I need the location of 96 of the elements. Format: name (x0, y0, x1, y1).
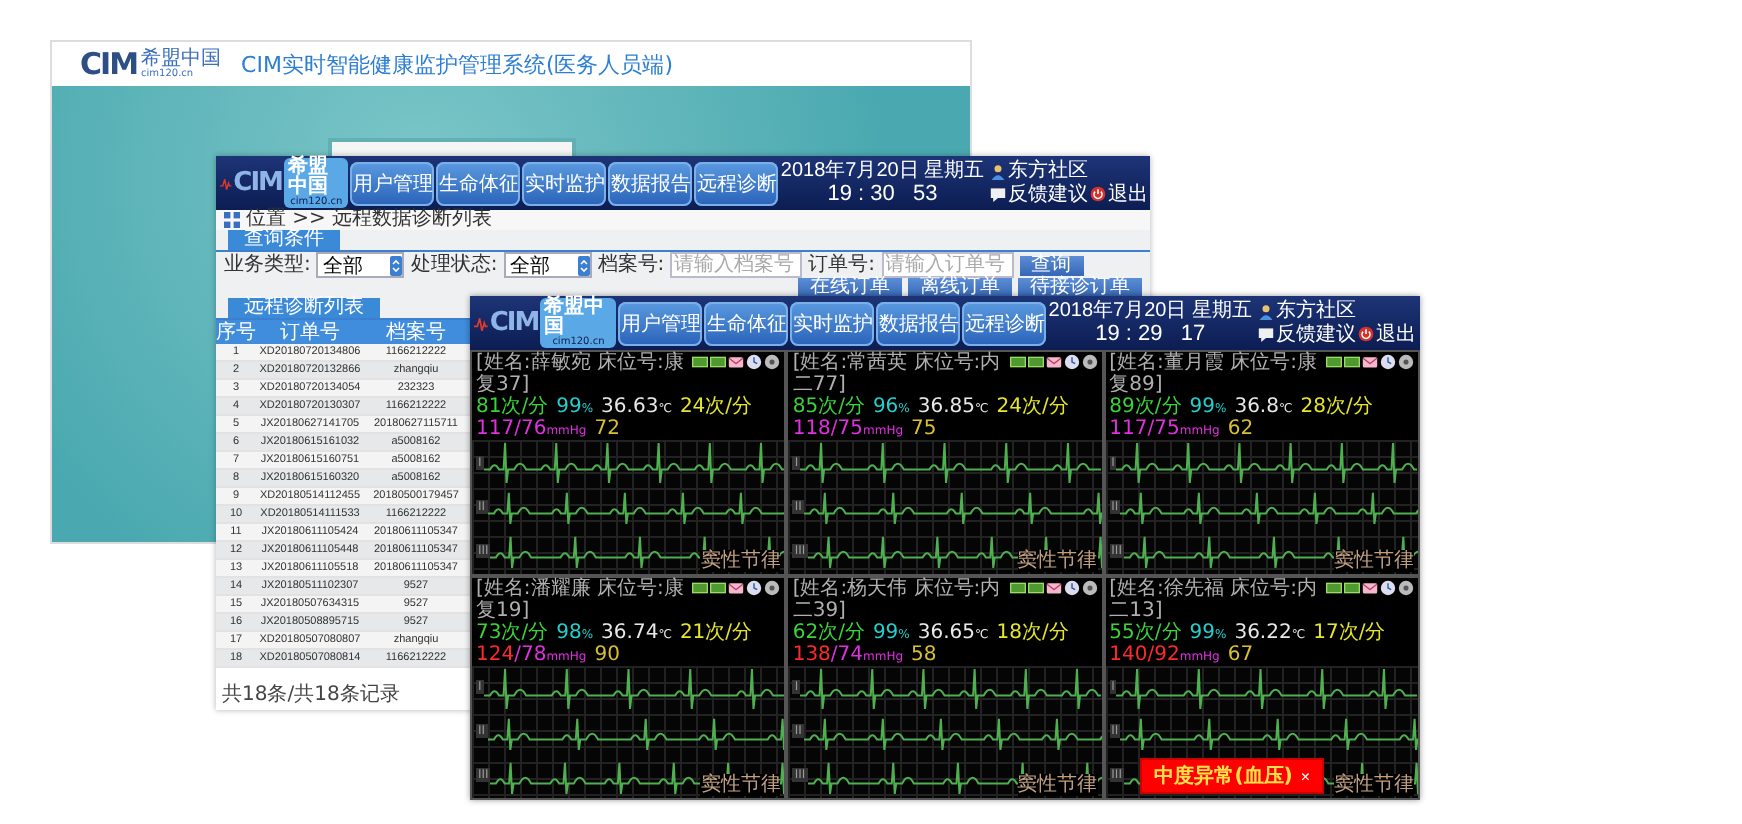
dropdown[interactable]: 全部 (316, 252, 405, 278)
patient-label: [姓名:杨天伟 床位号:内二39] (792, 577, 1003, 621)
rhythm-label: 窦性节律 (1333, 549, 1414, 571)
logo-name: 希盟中国 (141, 49, 222, 69)
vital-reading: 58 (911, 643, 937, 665)
envelope-icon (1045, 579, 1062, 595)
date-text: 2018年7月20日 星期五 (780, 159, 985, 182)
envelope-icon (1045, 354, 1062, 370)
vital-reading: 24次/分 (996, 396, 1069, 418)
vital-reading: 89次/分 (1109, 396, 1182, 418)
envelope-icon (728, 579, 745, 595)
vital-reading: 28次/分 (1300, 396, 1373, 418)
logout-link[interactable]: 退出 (1108, 183, 1149, 206)
logo-mark: CIM (489, 308, 539, 338)
clock-icon (746, 579, 763, 595)
power-icon (1090, 186, 1107, 203)
input-field[interactable]: 请输入订单号 (881, 252, 1013, 278)
feedback-link[interactable]: 反馈建议 (1276, 323, 1356, 346)
clock-time: 19 : 30 53 (827, 181, 938, 207)
app-title: CIM实时智能健康监护管理系统(医务人员端) (241, 49, 674, 79)
grid-icon (224, 212, 240, 228)
clock-time: 19 : 29 17 (1095, 321, 1206, 347)
menu-button[interactable]: 实时监护 (522, 161, 607, 205)
message-icon (1258, 326, 1274, 343)
close-button[interactable]: × (1300, 767, 1310, 785)
patient-label: [姓名:常茜英 床位号:内二77] (792, 352, 1003, 396)
alert-banner: 中度异常(血压) × (1140, 758, 1324, 794)
filter-button[interactable]: 离线订单 (908, 278, 1012, 298)
column-header: 订单号 (278, 319, 342, 346)
menu-button[interactable]: 用户管理 (618, 301, 703, 345)
clock-icon (1063, 579, 1080, 595)
menu-button[interactable]: 用户管理 (350, 161, 435, 205)
user-name: 东方社区 (1008, 160, 1089, 183)
clock-icon (746, 354, 763, 370)
column-header: 档案号 (384, 319, 448, 346)
menu-button[interactable]: 生命体征 (704, 301, 789, 345)
section-tab[interactable]: 远程诊断列表 (228, 298, 380, 318)
vital-reading: 55次/分 (1109, 621, 1182, 643)
clock-icon (1379, 579, 1396, 595)
vital-reading: 24次/分 (679, 396, 753, 418)
rhythm-label: 窦性节律 (1333, 774, 1414, 796)
column-header: 序号 (216, 319, 256, 346)
envelope-icon (1361, 354, 1378, 370)
filter-label: 档案号: (597, 255, 665, 275)
vital-reading: 62次/分 (792, 621, 865, 643)
rhythm-label: 窦性节律 (1017, 549, 1098, 571)
vital-reading: 85次/分 (792, 396, 865, 418)
vital-reading: 62 (1227, 418, 1254, 440)
logo-mark: CIM (80, 46, 138, 82)
rhythm-label: 窦性节律 (700, 774, 781, 796)
rhythm-label: 窦性节律 (700, 549, 781, 571)
vital-reading: 67 (1227, 643, 1254, 665)
clock-icon (1063, 354, 1080, 370)
section-tab[interactable]: 查询条件 (228, 230, 340, 250)
patient-label: [姓名:徐先福 床位号:内二13] (1109, 577, 1319, 621)
power-icon (1358, 326, 1374, 343)
dropdown[interactable]: 全部 (503, 252, 592, 278)
menu-button[interactable]: 远程诊断 (694, 161, 779, 205)
vital-reading: 73次/分 (476, 621, 549, 643)
rhythm-label: 窦性节律 (1017, 774, 1098, 796)
vital-reading: 72 (594, 418, 620, 440)
caret-icon (390, 255, 403, 275)
patient-label: [姓名:薛敏宛 床位号:康复37] (476, 352, 686, 396)
vital-reading: 90 (594, 643, 620, 665)
patient-label: [姓名:潘耀廉 床位号:康复19] (476, 577, 686, 621)
logo-mark: CIM (233, 168, 282, 198)
vital-reading: 18次/分 (996, 621, 1069, 643)
search-button[interactable]: 查询 (1019, 255, 1083, 275)
envelope-icon (728, 354, 745, 370)
filter-label: 业务类型: (224, 255, 311, 275)
menu-button[interactable]: 实时监护 (790, 301, 875, 345)
menu-button[interactable]: 生命体征 (436, 161, 521, 205)
filter-label: 订单号: (808, 255, 875, 275)
date-text: 2018年7月20日 星期五 (1048, 299, 1252, 322)
record-count: 共18条/共18条记录 (222, 684, 400, 706)
user-name: 东方社区 (1276, 300, 1356, 323)
vital-reading: 81次/分 (476, 396, 549, 418)
menu-button[interactable]: 数据报告 (608, 161, 693, 205)
envelope-icon (1361, 579, 1378, 595)
vital-reading: 17次/分 (1313, 621, 1386, 643)
user-icon (990, 163, 1007, 180)
message-icon (990, 186, 1007, 203)
menu-button[interactable]: 远程诊断 (962, 301, 1047, 345)
logout-link[interactable]: 退出 (1376, 323, 1416, 346)
vital-reading: 75 (911, 418, 937, 440)
clock-icon (1379, 354, 1396, 370)
patient-label: [姓名:董月霞 床位号:康复89] (1109, 352, 1319, 396)
vital-reading: 21次/分 (679, 621, 753, 643)
filter-label: 处理状态: (410, 255, 498, 275)
breadcrumb: 位置 >> 远程数据诊断列表 (246, 210, 493, 230)
feedback-link[interactable]: 反馈建议 (1008, 183, 1089, 206)
caret-icon (577, 255, 590, 275)
filter-button[interactable]: 待接诊订单 (1018, 278, 1142, 298)
user-icon (1258, 303, 1274, 320)
filter-button[interactable]: 在线订单 (798, 278, 902, 298)
menu-button[interactable]: 数据报告 (876, 301, 961, 345)
